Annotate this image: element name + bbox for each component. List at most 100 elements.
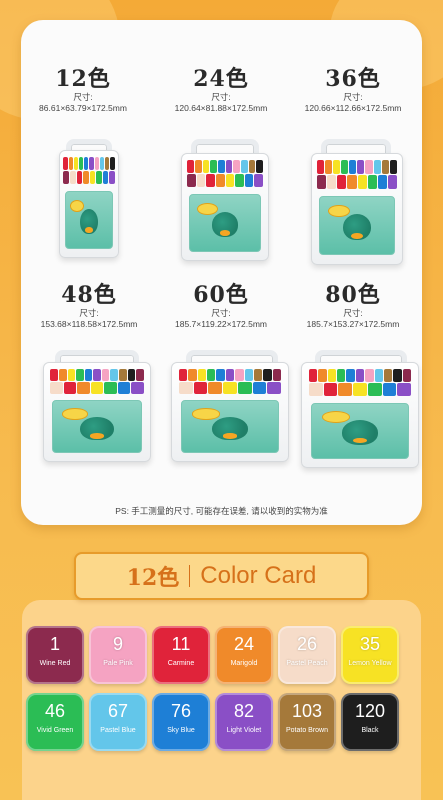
swatch-number: 76 — [170, 701, 192, 721]
swatch-name: Carmine — [167, 660, 195, 667]
marker-cap — [256, 160, 263, 174]
marker-cap — [118, 369, 127, 382]
marker-cap — [381, 160, 389, 174]
marker-cap — [197, 369, 207, 382]
size-value: 86.61×63.79×172.5mm — [39, 103, 127, 113]
marker-cap — [365, 160, 373, 174]
marker-box-24 — [181, 153, 269, 261]
swatch-name: Marigold — [230, 660, 258, 667]
swatch-number: 26 — [296, 634, 318, 654]
marker-cap — [67, 369, 76, 382]
marker-box-12 — [59, 150, 119, 258]
size-value: 153.68×118.58×172.5mm — [40, 319, 138, 329]
marker-cap — [235, 174, 244, 188]
marker-cap — [136, 369, 144, 382]
color-swatch: 24 Marigold — [215, 626, 273, 684]
marker-cap — [337, 369, 346, 382]
marker-cap — [208, 382, 223, 395]
marker-cap — [317, 160, 325, 174]
marker-cap — [235, 369, 244, 382]
marker-cap — [131, 382, 144, 395]
size-label: 尺寸: — [343, 92, 363, 102]
marker-cap — [188, 369, 197, 382]
swatch-grid: 1 Wine Red 9 Pale Pink 11 Carmine 24 Marigold 26… — [26, 626, 417, 751]
marker-cap — [225, 174, 235, 188]
marker-cap — [58, 369, 67, 382]
swatch-name: Pastel Blue — [100, 727, 136, 734]
marker-cap — [50, 382, 63, 395]
marker-cap — [77, 382, 90, 395]
marker-cap — [89, 157, 94, 171]
marker-cap — [244, 369, 253, 382]
marker-cap — [244, 174, 254, 188]
marker-cap — [389, 160, 397, 174]
marker-cap — [110, 157, 115, 171]
marker-cap — [178, 369, 188, 382]
marker-cap — [393, 369, 402, 382]
parrot-mascot-icon — [80, 208, 98, 235]
marker-cap — [347, 174, 357, 189]
swatch-number: 35 — [359, 634, 381, 654]
marker-cap — [196, 174, 206, 188]
product-page: 12色 尺寸: 86.61×63.79×172.5mm 24色 尺寸: 120.… — [0, 0, 443, 800]
size-value: 120.66×112.66×172.5mm — [304, 103, 402, 113]
swatch-name: Wine Red — [39, 660, 71, 667]
marker-cap — [337, 174, 347, 189]
marker-cap — [104, 382, 117, 395]
marker-cap — [402, 369, 412, 382]
marker-cap — [323, 383, 338, 396]
marker-cap — [76, 171, 83, 185]
marker-cap — [272, 369, 282, 382]
color-count: 24色 — [193, 66, 249, 92]
marker-caps — [187, 160, 263, 188]
color-card-title: 12色 Color Card — [74, 552, 369, 600]
parrot-mascot-icon — [80, 416, 114, 440]
marker-cap — [267, 382, 282, 395]
color-swatch: 35 Lemon Yellow — [341, 626, 399, 684]
marker-cap — [341, 160, 349, 174]
marker-caps — [50, 369, 144, 395]
marker-cap — [397, 383, 412, 396]
marker-cap — [383, 369, 393, 382]
marker-cap — [377, 174, 387, 189]
size-cell-24: 24色 尺寸: 120.64×81.88×172.5mm — [151, 66, 291, 114]
marker-cap — [83, 171, 89, 185]
marker-cap — [96, 171, 102, 185]
marker-cap — [110, 369, 118, 382]
color-count: 60色 — [193, 282, 249, 308]
size-value: 185.7×153.27×172.5mm — [306, 319, 400, 329]
marker-caps — [178, 369, 282, 395]
marker-cap — [178, 382, 193, 395]
marker-cap — [102, 171, 109, 185]
marker-cap — [217, 160, 225, 174]
color-swatch: 82 Light Violet — [215, 693, 273, 751]
swatch-name: Potato Brown — [285, 727, 329, 734]
marker-box-36 — [311, 153, 403, 265]
marker-cap — [216, 369, 225, 382]
swatch-number: 103 — [291, 701, 323, 721]
badge-icon — [321, 411, 351, 423]
marker-cap — [50, 369, 58, 382]
marker-cap — [333, 160, 341, 174]
badge-icon — [196, 203, 218, 216]
marker-cap — [90, 382, 104, 395]
box-label — [181, 400, 279, 454]
swatch-number: 11 — [171, 634, 191, 654]
badge-icon — [70, 200, 85, 213]
marker-cap — [105, 157, 110, 171]
box-label — [311, 402, 409, 459]
parrot-mascot-icon — [211, 416, 249, 440]
marker-cap — [365, 369, 374, 382]
marker-caps — [63, 157, 115, 185]
color-count: 12色 — [55, 66, 111, 92]
size-label: 尺寸: — [73, 92, 93, 102]
color-swatch: 9 Pale Pink — [89, 626, 147, 684]
marker-cap — [215, 174, 225, 188]
marker-cap — [367, 174, 377, 189]
swatch-name: Sky Blue — [167, 727, 195, 734]
marker-cap — [382, 383, 397, 396]
marker-cap — [68, 157, 73, 171]
marker-cap — [93, 369, 101, 382]
swatch-name: Black — [361, 727, 379, 734]
size-value: 120.64×81.88×172.5mm — [174, 103, 268, 113]
